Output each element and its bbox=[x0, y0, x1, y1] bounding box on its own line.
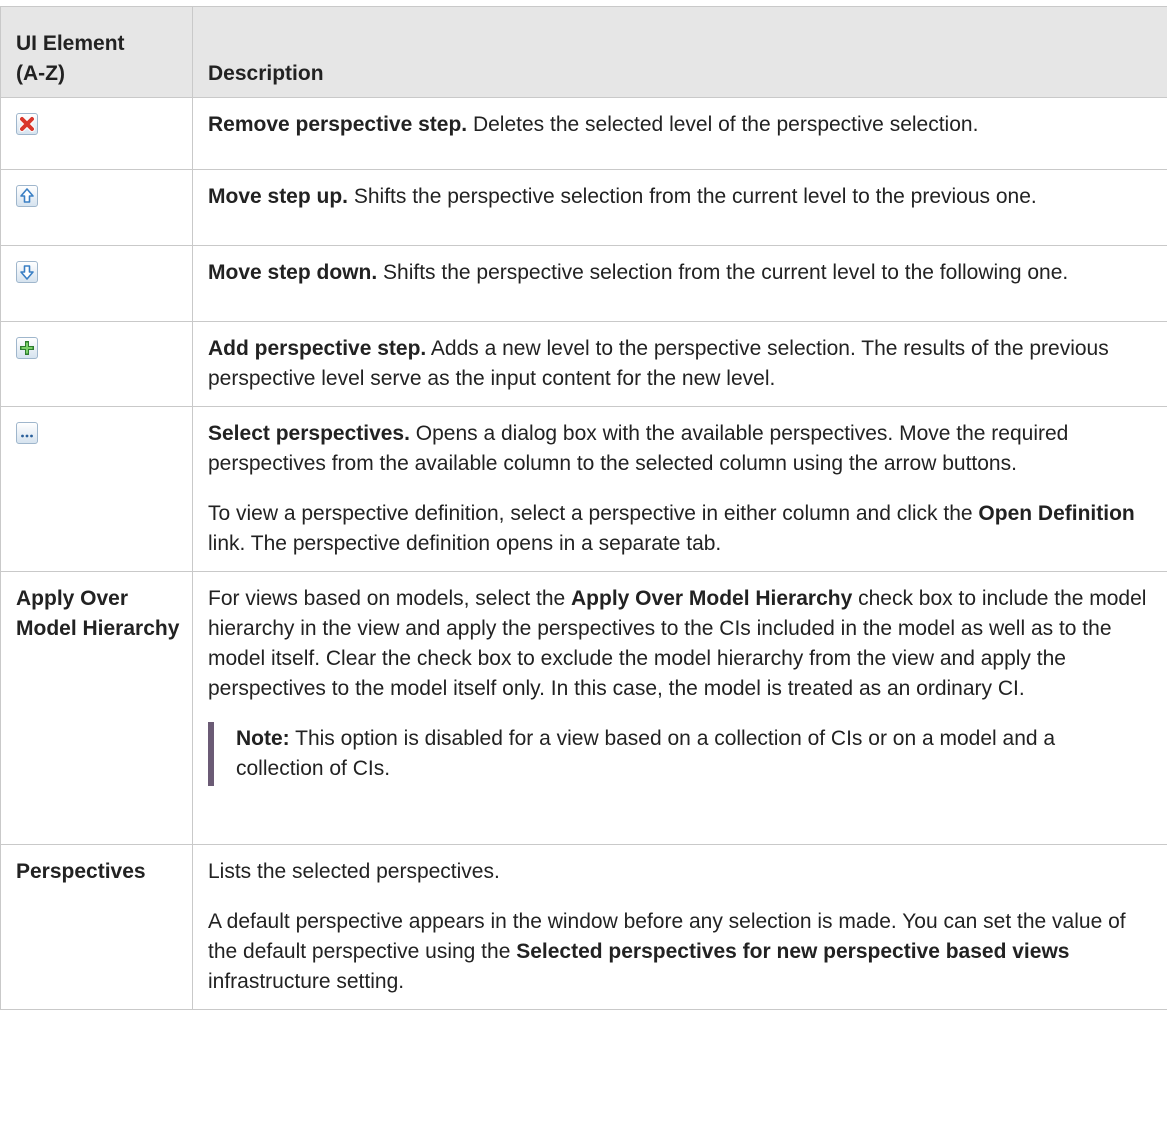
apply-over-model-hierarchy-term: Apply Over Model Hierarchy bbox=[571, 587, 853, 610]
description-body: Deletes the selected level of the perspe… bbox=[467, 113, 979, 136]
description-text: Move step down. Shifts the perspective s… bbox=[208, 258, 1157, 288]
description-text-2: To view a perspective definition, select… bbox=[208, 499, 1157, 559]
header-description: Description bbox=[192, 6, 1167, 98]
description-body: infrastructure setting. bbox=[208, 970, 405, 993]
ui-element-cell bbox=[0, 321, 193, 407]
description-body: For views based on models, select the bbox=[208, 587, 572, 610]
move-up-icon bbox=[16, 185, 38, 207]
description-body: Shifts the perspective selection from th… bbox=[377, 261, 1069, 284]
description-title: Select perspectives. bbox=[208, 422, 410, 445]
table-row: Move step down. Shifts the perspective s… bbox=[0, 245, 1167, 322]
header-ui-element-line2: (A-Z) bbox=[16, 62, 65, 85]
ui-element-cell bbox=[0, 406, 193, 572]
description-title: Move step down. bbox=[208, 261, 378, 284]
description-text-2: A default perspective appears in the win… bbox=[208, 907, 1157, 997]
description-body: Shifts the perspective selection from th… bbox=[348, 185, 1037, 208]
description-cell: For views based on models, select the Ap… bbox=[192, 571, 1167, 845]
description-cell: Select perspectives. Opens a dialog box … bbox=[192, 406, 1167, 572]
ui-element-cell bbox=[0, 97, 193, 170]
description-title: Add perspective step. bbox=[208, 337, 427, 360]
description-body: link. The perspective definition opens i… bbox=[208, 532, 722, 555]
ui-element-cell bbox=[0, 169, 193, 246]
move-down-icon bbox=[16, 261, 38, 283]
add-icon bbox=[16, 337, 38, 359]
table-row: Perspectives Lists the selected perspect… bbox=[0, 844, 1167, 1010]
description-text: Lists the selected perspectives. bbox=[208, 860, 500, 883]
description-text: Remove perspective step. Deletes the sel… bbox=[208, 110, 1157, 140]
table-row: Move step up. Shifts the perspective sel… bbox=[0, 169, 1167, 246]
ui-element-cell bbox=[0, 245, 193, 322]
table-row: Add perspective step. Adds a new level t… bbox=[0, 321, 1167, 407]
open-definition-term: Open Definition bbox=[978, 502, 1135, 525]
table-row: Apply Over Model Hierarchy For views bas… bbox=[0, 571, 1167, 845]
description-title: Move step up. bbox=[208, 185, 349, 208]
table-header-row: UI Element (A-Z) Description bbox=[0, 6, 1167, 98]
description-cell: Remove perspective step. Deletes the sel… bbox=[192, 97, 1167, 170]
table-row: Remove perspective step. Deletes the sel… bbox=[0, 97, 1167, 170]
table-row: Select perspectives. Opens a dialog box … bbox=[0, 406, 1167, 572]
header-ui-element-line1: UI Element bbox=[16, 32, 125, 55]
description-cell: Lists the selected perspectives. A defau… bbox=[192, 844, 1167, 1010]
ui-element-label: Perspectives bbox=[16, 860, 146, 883]
ui-element-label: Apply Over Model Hierarchy bbox=[16, 587, 180, 640]
description-text: Select perspectives. Opens a dialog box … bbox=[208, 419, 1157, 479]
ui-element-cell: Apply Over Model Hierarchy bbox=[0, 571, 193, 845]
description-text: For views based on models, select the Ap… bbox=[208, 584, 1157, 704]
description-body: To view a perspective definition, select… bbox=[208, 502, 979, 525]
ellipsis-icon bbox=[16, 422, 38, 444]
ui-element-cell: Perspectives bbox=[0, 844, 193, 1010]
ui-elements-table: UI Element (A-Z) Description Remove pers… bbox=[0, 6, 1167, 1010]
description-title: Remove perspective step. bbox=[208, 113, 468, 136]
description-text: Move step up. Shifts the perspective sel… bbox=[208, 182, 1157, 212]
note-text: This option is disabled for a view based… bbox=[236, 727, 1056, 780]
header-ui-element: UI Element (A-Z) bbox=[0, 6, 193, 98]
description-cell: Move step up. Shifts the perspective sel… bbox=[192, 169, 1167, 246]
note-label: Note: bbox=[236, 727, 290, 750]
remove-icon bbox=[16, 113, 38, 135]
description-cell: Move step down. Shifts the perspective s… bbox=[192, 245, 1167, 322]
note-block: Note: This option is disabled for a view… bbox=[208, 722, 1157, 786]
description-cell: Add perspective step. Adds a new level t… bbox=[192, 321, 1167, 407]
selected-perspectives-setting-term: Selected perspectives for new perspectiv… bbox=[516, 940, 1070, 963]
description-text: Add perspective step. Adds a new level t… bbox=[208, 334, 1157, 394]
